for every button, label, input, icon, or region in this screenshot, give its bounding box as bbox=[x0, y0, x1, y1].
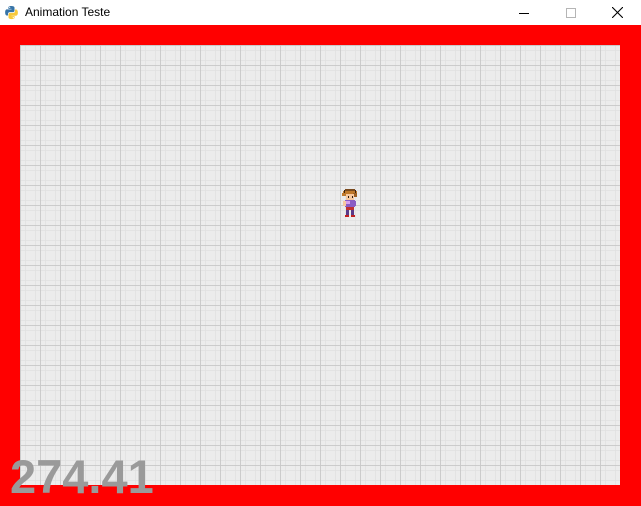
fps-counter: 274.41 bbox=[10, 450, 154, 503]
title-bar[interactable]: Animation Teste bbox=[0, 0, 641, 25]
minimize-icon bbox=[519, 12, 529, 14]
maximize-button[interactable] bbox=[548, 0, 594, 25]
character-sprite bbox=[342, 189, 357, 217]
python-icon bbox=[5, 5, 18, 20]
minimize-button[interactable] bbox=[501, 0, 547, 25]
close-button[interactable] bbox=[594, 0, 640, 25]
game-canvas[interactable]: 274.41 bbox=[0, 25, 641, 506]
app-window: Animation Teste 274.41 bbox=[0, 0, 641, 506]
close-icon bbox=[611, 7, 623, 18]
grid-floor bbox=[20, 45, 620, 485]
window-title: Animation Teste bbox=[25, 5, 111, 19]
maximize-icon bbox=[566, 7, 576, 18]
